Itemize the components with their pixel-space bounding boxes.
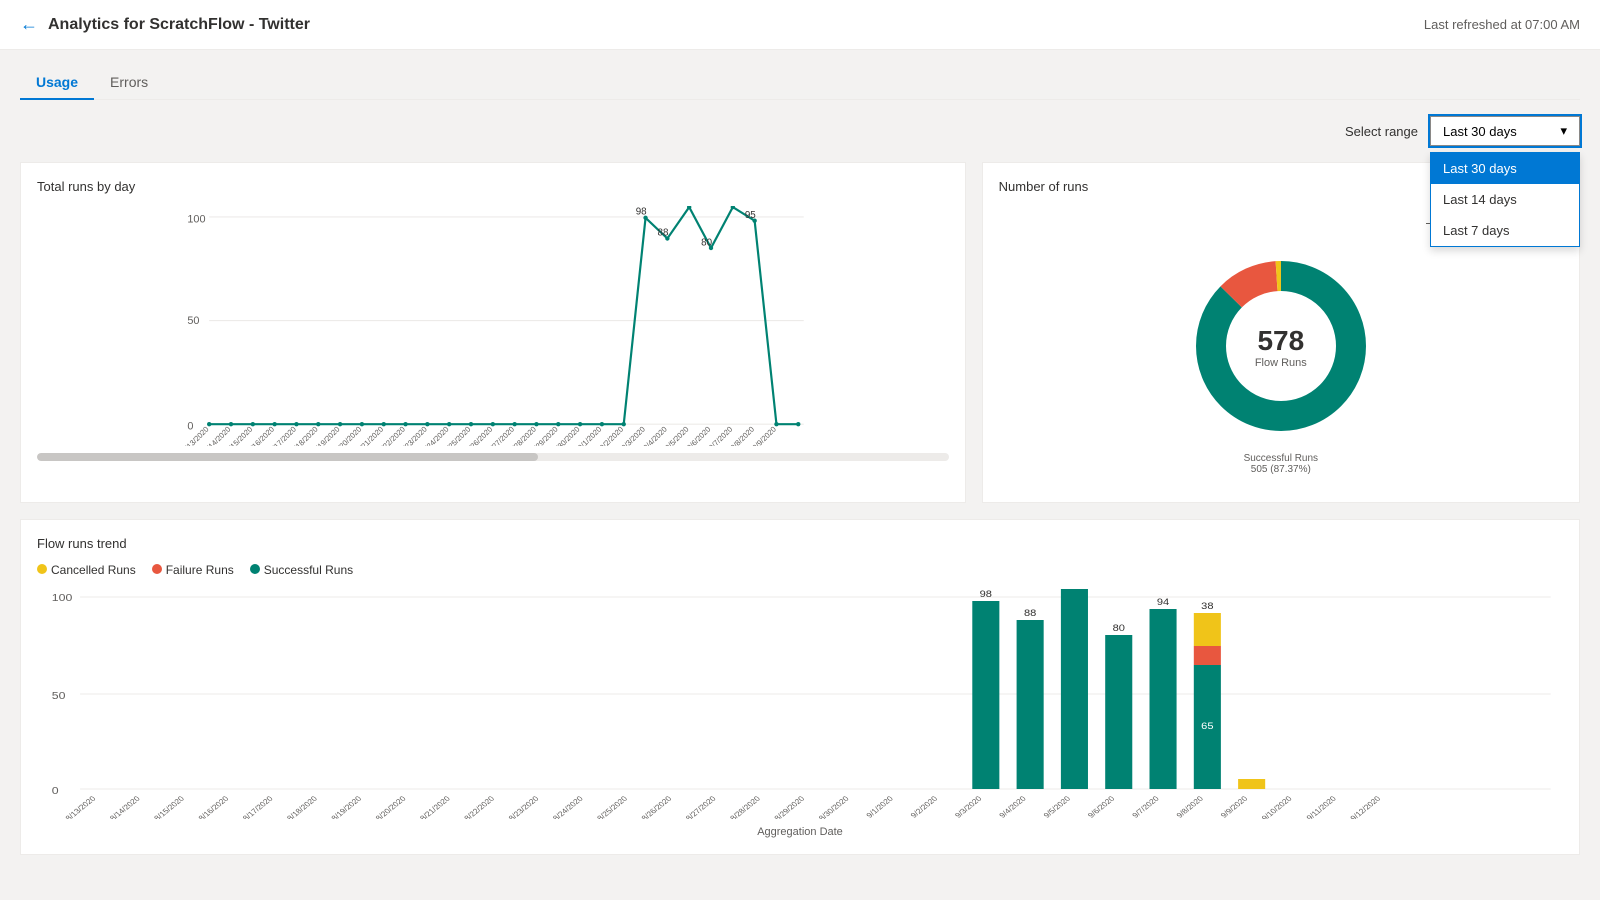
svg-text:9/12/2020: 9/12/2020 <box>1348 794 1383 819</box>
svg-text:8/28/2020: 8/28/2020 <box>728 794 763 819</box>
trend-legend: Cancelled Runs Failure Runs Successful R… <box>37 563 1563 577</box>
svg-text:8/13/2020: 8/13/2020 <box>64 794 99 819</box>
svg-text:9/3/2020: 9/3/2020 <box>953 794 984 819</box>
tab-usage[interactable]: Usage <box>20 66 94 100</box>
svg-text:8/18/2020: 8/18/2020 <box>285 794 320 819</box>
range-option-14days[interactable]: Last 14 days <box>1431 184 1579 215</box>
svg-text:50: 50 <box>52 691 66 702</box>
range-selector: Last 30 days ▾ Last 30 days Last 14 days… <box>1430 116 1580 146</box>
svg-text:8/25/2020: 8/25/2020 <box>595 794 630 819</box>
range-dropdown-button[interactable]: Last 30 days ▾ <box>1430 116 1580 146</box>
svg-text:8/19/2020: 8/19/2020 <box>329 794 364 819</box>
donut-bottom-legend: Successful Runs505 (87.37%) <box>1244 453 1318 475</box>
selected-range-label: Last 30 days <box>1443 124 1517 139</box>
legend-cancelled: Cancelled Runs <box>37 563 136 577</box>
svg-text:50: 50 <box>187 315 199 327</box>
svg-text:8/26/2020: 8/26/2020 <box>640 794 675 819</box>
svg-text:9/7/2020: 9/7/2020 <box>1130 794 1161 819</box>
svg-text:9/1/2020: 9/1/2020 <box>864 794 895 819</box>
svg-text:9/4/2020: 9/4/2020 <box>997 794 1028 819</box>
donut-container: Cancelled Runs 6 (1.04%) Failure Runs 67… <box>999 206 1563 486</box>
range-option-30days[interactable]: Last 30 days <box>1431 153 1579 184</box>
page-title: Analytics for ScratchFlow - Twitter <box>48 16 310 34</box>
scrollbar-thumb <box>37 453 538 461</box>
x-axis-label: Aggregation Date <box>37 826 1563 838</box>
legend-successful: Successful Runs <box>250 563 353 577</box>
svg-text:80: 80 <box>1113 624 1126 634</box>
line-chart-box: Total runs by day 100 50 0 <box>20 162 966 503</box>
line-chart-title: Total runs by day <box>37 179 949 194</box>
svg-text:9/9/2020: 9/9/2020 <box>1219 794 1250 819</box>
svg-text:38: 38 <box>1201 602 1214 612</box>
svg-text:8/22/2020: 8/22/2020 <box>462 794 497 819</box>
legend-failure: Failure Runs <box>152 563 234 577</box>
svg-text:8/14/2020: 8/14/2020 <box>108 794 143 819</box>
svg-text:100: 100 <box>52 593 73 604</box>
line-chart-svg: 100 50 0 <box>37 206 949 446</box>
tab-bar: Usage Errors <box>20 66 1580 100</box>
tab-errors[interactable]: Errors <box>94 66 164 100</box>
svg-text:8/15/2020: 8/15/2020 <box>152 794 187 819</box>
svg-text:0: 0 <box>187 421 193 433</box>
last-refreshed-label: Last refreshed at 07:00 AM <box>1424 17 1580 32</box>
donut-total-number: 578 <box>1255 325 1307 357</box>
svg-text:8/27/2020: 8/27/2020 <box>684 794 719 819</box>
svg-text:9/2/2020: 9/2/2020 <box>909 794 940 819</box>
donut-center-text: 578 Flow Runs <box>1255 325 1307 369</box>
line-chart-container: 100 50 0 <box>37 206 949 466</box>
svg-text:9/5/2020: 9/5/2020 <box>1042 794 1073 819</box>
chevron-down-icon: ▾ <box>1560 123 1567 139</box>
main-content: Usage Errors Select range Last 30 days ▾… <box>0 50 1600 871</box>
svg-text:9/10/2020: 9/10/2020 <box>1260 794 1295 819</box>
controls-row: Select range Last 30 days ▾ Last 30 days… <box>20 116 1580 146</box>
select-range-label: Select range <box>1345 124 1418 139</box>
top-bar: ← Analytics for ScratchFlow - Twitter La… <box>0 0 1600 50</box>
svg-text:8/29/2020: 8/29/2020 <box>772 794 807 819</box>
svg-text:9/6/2020: 9/6/2020 <box>1086 794 1117 819</box>
line-chart-scrollbar[interactable] <box>37 453 949 461</box>
svg-text:9/9/2020: 9/9/2020 <box>751 425 778 446</box>
svg-text:88: 88 <box>1024 609 1037 619</box>
svg-text:100: 100 <box>187 213 205 225</box>
svg-text:8/13/2020: 8/13/2020 <box>180 425 210 446</box>
svg-text:8/30/2020: 8/30/2020 <box>817 794 852 819</box>
donut-svg-wrapper: 578 Flow Runs <box>1181 246 1381 449</box>
svg-text:8/16/2020: 8/16/2020 <box>197 794 232 819</box>
svg-text:8/24/2020: 8/24/2020 <box>551 794 586 819</box>
svg-text:8/20/2020: 8/20/2020 <box>374 794 409 819</box>
svg-text:9/11/2020: 9/11/2020 <box>1305 794 1339 819</box>
range-dropdown-menu: Last 30 days Last 14 days Last 7 days <box>1430 152 1580 247</box>
charts-top-row: Total runs by day 100 50 0 <box>20 162 1580 503</box>
svg-text:94: 94 <box>1157 598 1170 608</box>
back-button[interactable]: ← <box>20 14 38 35</box>
svg-text:8/23/2020: 8/23/2020 <box>507 794 542 819</box>
range-option-7days[interactable]: Last 7 days <box>1431 215 1579 246</box>
donut-center-label: Flow Runs <box>1255 357 1307 369</box>
svg-text:98: 98 <box>980 590 993 600</box>
svg-text:8/21/2020: 8/21/2020 <box>418 794 453 819</box>
svg-text:65: 65 <box>1201 722 1214 732</box>
bar-chart-title: Flow runs trend <box>37 536 1563 551</box>
svg-text:0: 0 <box>52 786 59 797</box>
svg-text:8/17/2020: 8/17/2020 <box>241 794 276 819</box>
svg-text:9/8/2020: 9/8/2020 <box>1175 794 1206 819</box>
bar-chart-box: Flow runs trend Cancelled Runs Failure R… <box>20 519 1580 855</box>
bar-chart-svg: 100 50 0 <box>37 589 1563 819</box>
